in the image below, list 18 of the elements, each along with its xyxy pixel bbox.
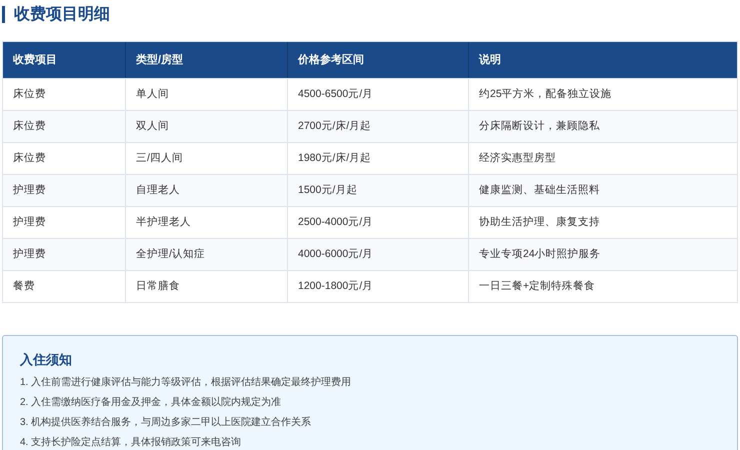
table-cell: 日常膳食 — [126, 271, 288, 302]
table-cell-text: 分床隔断设计，兼顾隐私 — [478, 118, 601, 134]
table-cell-text: 约25平方米，配备独立设施 — [478, 86, 613, 102]
notice-item: 2. 入住需缴纳医疗备用金及押金，具体金额以院内规定为准 — [20, 396, 282, 409]
notice-item: 3. 机构提供医养结合服务，与周边多家二甲以上医院建立合作关系 — [20, 416, 312, 429]
table-cell: 餐费 — [3, 271, 126, 302]
column-header: 说明 — [478, 52, 502, 68]
section-title: 收费项目明细 — [14, 6, 110, 22]
table-cell-text: 一日三餐+定制特殊餐食 — [478, 278, 596, 294]
notice-item: 4. 支持长护险定点结算，具体报销政策可来电咨询 — [20, 436, 242, 449]
table-cell-text: 健康监测、基础生活照料 — [478, 182, 601, 198]
table-cell-text: 经济实惠型房型 — [478, 150, 557, 166]
table-cell: 1200-1800元/月 — [288, 271, 469, 302]
notice-title: 入住须知 — [20, 353, 73, 366]
table-cell-text: 协助生活护理、康复支持 — [478, 214, 601, 230]
title-accent-bar — [2, 6, 5, 23]
table-cell-text: 专业专项24小时照护服务 — [478, 246, 602, 262]
notice-item: 1. 入住前需进行健康评估与能力等级评估，根据评估结果确定最终护理费用 — [20, 376, 352, 389]
